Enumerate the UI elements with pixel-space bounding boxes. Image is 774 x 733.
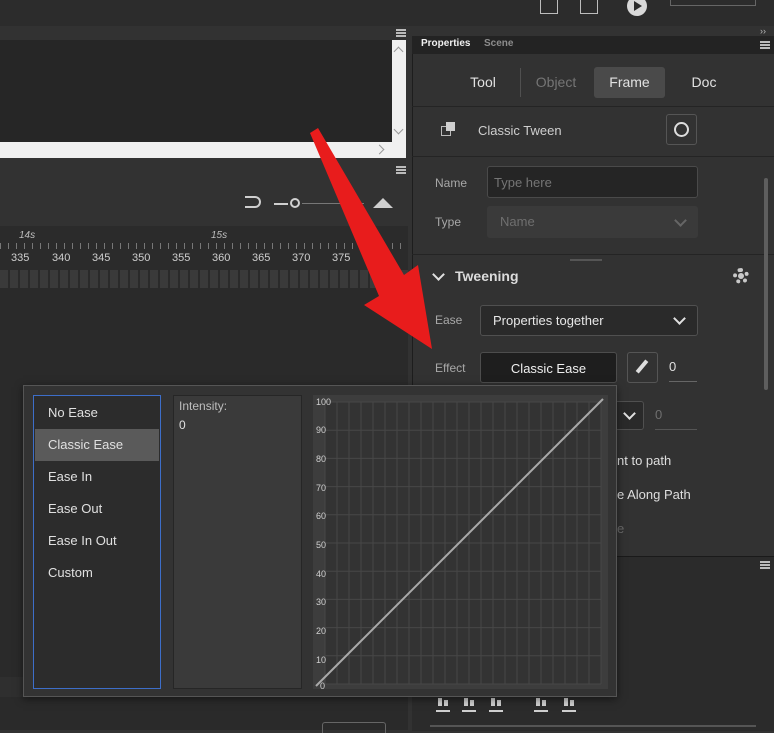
segment-doc[interactable]: Doc — [678, 67, 730, 98]
open-external-button[interactable] — [666, 114, 697, 145]
properties-scrollbar[interactable] — [764, 178, 768, 390]
divider — [412, 106, 774, 107]
resize-grip[interactable] — [570, 259, 602, 261]
chevron-down-icon — [673, 312, 686, 325]
second-label: 15s — [211, 230, 228, 241]
ease-option-no-ease[interactable]: No Ease — [35, 397, 159, 429]
ease-value: Properties together — [493, 313, 604, 328]
ease-option-ease-in[interactable]: Ease In — [35, 461, 159, 493]
y-tick: 30 — [316, 597, 327, 607]
ease-option-custom[interactable]: Custom — [35, 557, 159, 589]
y-tick: 90 — [316, 425, 327, 435]
zoom-slider-handle[interactable] — [290, 198, 300, 208]
frame-number: 360 — [212, 252, 231, 264]
orient-to-path-label[interactable]: nt to path — [617, 453, 671, 468]
ease-popup: No Ease Classic Ease Ease In Ease Out Ea… — [23, 385, 617, 697]
chevron-down-icon — [623, 407, 636, 420]
panel-menu-icon[interactable] — [396, 29, 406, 37]
segment-frame[interactable]: Frame — [594, 67, 665, 98]
effect-button[interactable]: Classic Ease — [480, 352, 617, 383]
zoom-out-icon[interactable] — [274, 203, 288, 205]
distribute-icon[interactable] — [489, 698, 503, 712]
intensity-panel: Intensity: 0 — [173, 395, 302, 689]
frame-number: 350 — [132, 252, 151, 264]
annotation-arrow — [310, 128, 432, 349]
y-tick: 70 — [316, 483, 327, 493]
divider — [412, 254, 774, 255]
ease-option-ease-in-out[interactable]: Ease In Out — [35, 525, 159, 557]
ease-option-classic[interactable]: Classic Ease — [35, 429, 159, 461]
frame-number: 365 — [252, 252, 271, 264]
type-value: Name — [500, 214, 535, 229]
intensity-label: Intensity: — [179, 399, 228, 413]
ease-option-ease-out[interactable]: Ease Out — [35, 493, 159, 525]
segment-divider — [520, 68, 521, 97]
name-input[interactable] — [487, 166, 698, 198]
divider — [430, 725, 756, 727]
undo-icon[interactable] — [245, 196, 261, 208]
y-tick: 10 — [316, 655, 327, 665]
y-tick: 40 — [316, 569, 327, 579]
y-tick: 100 — [316, 397, 332, 407]
y-tick: 80 — [316, 454, 327, 464]
align-bottom-icon[interactable] — [436, 698, 450, 712]
y-tick: 50 — [316, 540, 327, 550]
stage-header — [0, 26, 408, 40]
intensity-value[interactable]: 0 — [179, 418, 186, 432]
y-tick: 60 — [316, 511, 327, 521]
distribute-vertical-icon[interactable] — [534, 698, 548, 712]
effect-label: Effect — [435, 361, 466, 375]
tweening-title: Tweening — [455, 268, 519, 284]
zoom-field[interactable] — [322, 722, 386, 733]
y-tick: 0 — [320, 681, 326, 691]
pencil-icon — [635, 359, 649, 374]
divider — [412, 156, 774, 157]
ease-graph-svg — [315, 398, 604, 687]
ease-graph[interactable]: 100 90 80 70 60 50 40 30 20 10 0 — [313, 395, 608, 691]
effect-number[interactable]: 0 — [669, 359, 697, 382]
edit-ease-button[interactable] — [627, 352, 658, 383]
segment-tool[interactable]: Tool — [460, 67, 506, 98]
gear-icon[interactable] — [733, 268, 749, 284]
frame-number: 340 — [52, 252, 71, 264]
y-tick: 20 — [316, 626, 327, 636]
disabled-option-label: e — [617, 521, 625, 536]
scroll-up-icon[interactable] — [393, 46, 404, 57]
arrow-circle-icon — [674, 122, 689, 137]
ease-list: No Ease Classic Ease Ease In Ease Out Ea… — [33, 395, 161, 689]
space-evenly-icon[interactable] — [562, 698, 576, 712]
segment-object[interactable]: Object — [526, 67, 586, 98]
second-label: 14s — [19, 230, 36, 241]
section-title: Classic Tween — [478, 123, 562, 138]
align-center-icon[interactable] — [462, 698, 476, 712]
align-menu-icon[interactable] — [760, 561, 770, 569]
frame-number: 355 — [172, 252, 191, 264]
scale-along-path-label[interactable]: e Along Path — [617, 487, 691, 502]
frame-number: 345 — [92, 252, 111, 264]
second-number[interactable]: 0 — [655, 407, 697, 430]
type-dropdown[interactable]: Name — [487, 206, 698, 238]
chevron-down-icon — [674, 214, 687, 227]
ease-dropdown[interactable]: Properties together — [480, 305, 698, 336]
frame-number: 335 — [11, 252, 30, 264]
red-arrow-icon — [310, 128, 432, 349]
